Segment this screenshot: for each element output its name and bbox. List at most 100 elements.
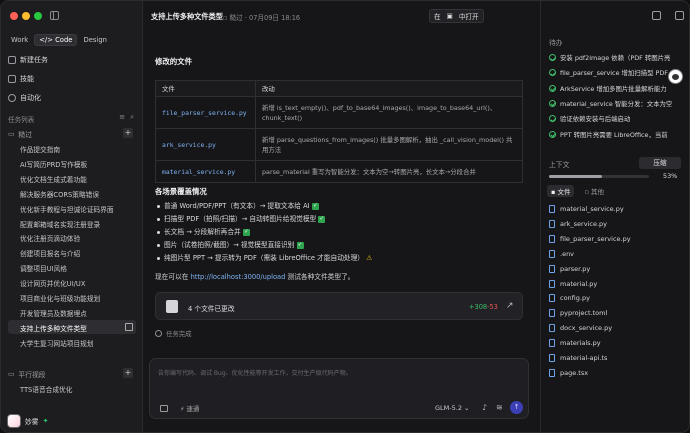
mic-icon[interactable]: ♪ bbox=[482, 403, 487, 412]
file-item[interactable]: file_parser_service.py bbox=[549, 234, 631, 243]
sidebar-toggle-icon[interactable] bbox=[50, 11, 59, 20]
model-selector[interactable]: GLM-5.2 ⌄ bbox=[435, 404, 469, 412]
file-item[interactable]: material-api.ts bbox=[549, 354, 607, 362]
user-profile[interactable]: 妙雾 ✦ bbox=[7, 414, 48, 428]
mode-switcher: Work </> Code Design bbox=[7, 34, 111, 46]
mode-code-label: Code bbox=[55, 36, 73, 44]
task-item[interactable]: 作品提交指南 bbox=[20, 144, 60, 154]
speed-toggle[interactable]: ⚡ 速通 bbox=[180, 404, 199, 413]
user-name: 妙雾 bbox=[25, 418, 39, 426]
task-item[interactable]: 优化注册页滴动体验 bbox=[20, 233, 80, 243]
assistant-avatar-button[interactable] bbox=[668, 69, 683, 84]
folder-icon: ▭ bbox=[8, 130, 15, 138]
task-item[interactable]: 配置邮箱域名实现注册登录 bbox=[20, 219, 100, 229]
window-minimize-button[interactable] bbox=[22, 12, 30, 20]
tab-other[interactable]: ▫ 其他 bbox=[580, 185, 607, 197]
file-icon bbox=[549, 264, 555, 273]
scenario-text: 扫描型 PDF（拍照/扫描）→ 自动转图片给视觉模型 bbox=[164, 215, 317, 223]
nav-new-task[interactable]: 新建任务 bbox=[8, 55, 48, 65]
main-panel: 支持上传多种文件类型 ▫ 糙过 · 07月09日 18:16 修改的文件 文件 … bbox=[143, 1, 540, 432]
todo-item: 验证依赖安装与后端启动 bbox=[549, 114, 689, 123]
file-item[interactable]: parser.py bbox=[549, 264, 590, 273]
conclusion-prefix: 现在可以在 bbox=[155, 273, 189, 281]
todo-item: material_service 智能分发：文本为空 bbox=[549, 99, 689, 108]
table-header-row: 文件 改动 bbox=[155, 80, 523, 97]
file-icon bbox=[549, 279, 555, 288]
file-item[interactable]: docx_service.py bbox=[549, 324, 612, 333]
task-item[interactable]: TTS语音合成优化 bbox=[20, 384, 72, 394]
mode-design[interactable]: Design bbox=[79, 34, 110, 46]
task-item[interactable]: 调整项目UI风格 bbox=[20, 263, 67, 273]
edit-icon bbox=[8, 56, 16, 64]
task-item[interactable]: 优化文档生成式着功能 bbox=[20, 174, 87, 184]
file-item[interactable]: materials.py bbox=[549, 339, 601, 348]
window-close-button[interactable] bbox=[10, 12, 18, 20]
waveform-icon[interactable]: ≋ bbox=[496, 403, 503, 412]
lines-added: +308 bbox=[469, 303, 488, 311]
todo-text: PPT 转图片亮需要 LibreOffice，当前 bbox=[560, 130, 668, 139]
table-cell-change: parse_material 重写为智能分发：文本为空→转图片亮，长文本→分段合… bbox=[255, 160, 523, 183]
tab-files[interactable]: ▪ 文件 bbox=[547, 185, 575, 197]
list-item: 图片（试卷拍照/截图）→ 视觉模型直接识别 ✓ bbox=[157, 239, 372, 252]
nav-skills[interactable]: 技能 bbox=[8, 74, 34, 84]
table-cell-file[interactable]: ark_service.py bbox=[155, 128, 256, 161]
file-name: file_parser_service.py bbox=[560, 234, 631, 243]
send-button[interactable]: ↑ bbox=[510, 401, 523, 414]
group-header-drafts[interactable]: ▭ 糙过 bbox=[8, 129, 32, 139]
terminal-panel-icon[interactable] bbox=[652, 11, 661, 20]
add-task-button[interactable]: + bbox=[123, 128, 133, 138]
filter-icon[interactable]: ≡ bbox=[119, 113, 125, 122]
file-item[interactable]: material.py bbox=[549, 279, 597, 288]
upload-link[interactable]: http://localhost:3000/upload bbox=[191, 273, 286, 281]
table-header-change: 改动 bbox=[255, 80, 523, 97]
tasks-header-actions: ≡ ⌕ bbox=[119, 113, 134, 122]
check-icon: ✓ bbox=[318, 215, 326, 223]
file-name: page.tsx bbox=[560, 368, 589, 377]
modified-files-heading: 修改的文件 bbox=[155, 57, 192, 66]
nav-automation[interactable]: 自动化 bbox=[8, 93, 41, 103]
file-item[interactable]: material_service.py bbox=[549, 205, 624, 213]
file-item[interactable]: .env bbox=[549, 249, 574, 258]
file-item[interactable]: page.tsx bbox=[549, 368, 589, 377]
file-name: materials.py bbox=[560, 339, 601, 348]
compress-button[interactable]: 压缩 bbox=[639, 157, 681, 169]
nav-skills-label: 技能 bbox=[20, 75, 34, 83]
task-item[interactable]: 项目商业化与班级功能规划 bbox=[20, 293, 100, 303]
table-row: material_service.py parse_material 重写为智能… bbox=[155, 160, 523, 183]
add-parallel-task-button[interactable]: + bbox=[123, 368, 133, 378]
task-item[interactable]: 创建项目报名与介绍 bbox=[20, 248, 80, 258]
search-icon[interactable]: ⌕ bbox=[130, 113, 134, 122]
attach-icon[interactable] bbox=[160, 405, 168, 412]
task-item[interactable]: 解决服务器CORS策略错误 bbox=[20, 189, 99, 199]
window-zoom-button[interactable] bbox=[34, 12, 42, 20]
task-item[interactable]: 优化新手教程与坦诚论证码界面 bbox=[20, 204, 114, 214]
arrow-up-right-icon[interactable]: ↗ bbox=[506, 301, 514, 311]
file-icon bbox=[549, 368, 555, 377]
composer-input[interactable]: 告你编写代码、调试 Bug、优化性能等开发工作，交付生产级代码产物。 bbox=[158, 368, 352, 377]
mode-work[interactable]: Work bbox=[7, 34, 32, 46]
conclusion-text: 现在可以在 http://localhost:3000/upload 测试各种文… bbox=[155, 271, 354, 281]
task-item[interactable]: 大学生复习网站项目规划 bbox=[20, 338, 94, 348]
check-circle-icon bbox=[549, 115, 556, 123]
file-item[interactable]: config.py bbox=[549, 294, 590, 303]
task-options-icon[interactable] bbox=[125, 322, 133, 331]
task-item[interactable]: 开发管理员及数据埋点 bbox=[20, 308, 87, 318]
task-item[interactable]: 支持上传多种文件类型 bbox=[20, 323, 87, 333]
task-item[interactable]: AI写简历PRD写作模板 bbox=[20, 159, 87, 169]
file-item[interactable]: ark_service.py bbox=[549, 219, 607, 228]
task-meta-text: 糙过 · 07月09日 18:16 bbox=[229, 14, 301, 22]
modified-files-table: 文件 改动 file_parser_service.py 新增 is_text_… bbox=[155, 80, 523, 183]
file-name: material-api.ts bbox=[560, 354, 608, 362]
table-cell-file[interactable]: material_service.py bbox=[155, 160, 256, 183]
context-usage-bar bbox=[549, 175, 649, 178]
open-in-button[interactable]: 在 ▣ 中打开 bbox=[429, 9, 484, 23]
table-cell-file[interactable]: file_parser_service.py bbox=[155, 96, 256, 129]
task-item[interactable]: 设计网页并优化UI/UX bbox=[20, 278, 85, 288]
changed-files-card[interactable]: 4 个文件已更改 +308 -53 ↗ bbox=[155, 292, 523, 320]
mode-code[interactable]: </> Code bbox=[34, 34, 78, 46]
file-item[interactable]: pyproject.toml bbox=[549, 309, 607, 318]
split-panel-icon[interactable] bbox=[675, 11, 684, 20]
group-header-parallel[interactable]: ▭ 平行视段 bbox=[8, 369, 46, 379]
table-cell-change: 新增 parse_questions_from_images() 批量多图解析，… bbox=[255, 128, 523, 161]
page-title: 支持上传多种文件类型 bbox=[151, 12, 223, 21]
